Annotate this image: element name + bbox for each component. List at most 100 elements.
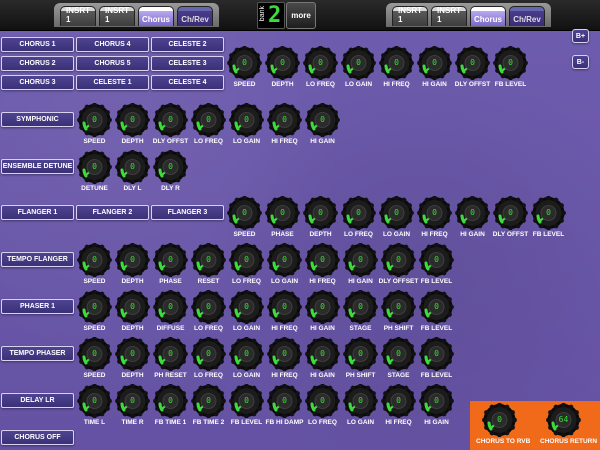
param-knob[interactable]: 0 STAGE [381, 337, 416, 381]
chorus-preset-button[interactable]: CELESTE 1 [76, 75, 149, 90]
chorus-preset-button[interactable]: CHORUS 4 [76, 37, 149, 52]
chorus-off-button[interactable]: CHORUS OFF [1, 430, 74, 445]
param-knob[interactable]: 0 SPEED [227, 46, 262, 90]
param-knob[interactable]: 0 HI GAIN [419, 384, 454, 428]
param-knob[interactable]: 0 DLY OFFSET [379, 243, 418, 287]
param-knob[interactable]: 0 LO FREQ [341, 196, 376, 240]
param-knob[interactable]: 0 DLY OFFST [455, 46, 490, 90]
ensemble-button[interactable]: ENSEMBLE DETUNE [1, 159, 74, 174]
chorus-preset-button[interactable]: CELESTE 4 [151, 75, 224, 90]
param-knob[interactable]: 0 LO FREQ [191, 290, 226, 334]
param-knob[interactable]: 0 HI GAIN [305, 337, 340, 381]
param-knob[interactable]: 0 HI FREQ [267, 337, 302, 381]
param-knob[interactable]: 0 FB LEVEL [419, 243, 454, 287]
param-knob[interactable]: 0 HI FREQ [381, 384, 416, 428]
right-tab-0[interactable]: INSRT 1 [392, 6, 428, 26]
param-knob[interactable]: 0 SPEED [77, 290, 112, 334]
param-knob[interactable]: 0 SPEED [77, 243, 112, 287]
param-knob[interactable]: 0 FB TIME 1 [153, 384, 188, 428]
param-knob[interactable]: 0 DETUNE [77, 150, 112, 194]
param-knob[interactable]: 0 FB LEVEL [419, 290, 454, 334]
param-knob[interactable]: 0 DLY L [115, 150, 150, 194]
param-knob[interactable]: 0 DIFFUSE [153, 290, 188, 334]
left-tab-2[interactable]: Chorus [138, 6, 174, 26]
phaser-button[interactable]: PHASER 1 [1, 299, 74, 314]
param-knob[interactable]: 0 HI FREQ [379, 46, 414, 90]
bank-minus-button[interactable]: B- [572, 55, 589, 69]
left-tab-1[interactable]: INSRT 1 [99, 6, 135, 26]
param-knob[interactable]: 0 PH SHIFT [381, 290, 416, 334]
param-knob[interactable]: 0 FB HI DAMP [266, 384, 303, 428]
param-knob[interactable]: 0 HI GAIN [305, 290, 340, 334]
param-knob[interactable]: 0 HI FREQ [267, 290, 302, 334]
param-knob[interactable]: 0 FB LEVEL [419, 337, 454, 381]
param-knob[interactable]: 0 FB LEVEL [531, 196, 566, 240]
param-knob[interactable]: 0 LO FREQ [191, 103, 226, 147]
param-knob[interactable]: 0 RESET [191, 243, 226, 287]
bank-display[interactable]: bank 2 [257, 2, 285, 29]
symphonic-button[interactable]: SYMPHONIC [1, 112, 74, 127]
right-tab-1[interactable]: INSRT 1 [431, 6, 467, 26]
flanger-preset-button[interactable]: FLANGER 3 [151, 205, 224, 220]
param-knob[interactable]: 0 LO FREQ [191, 337, 226, 381]
param-knob[interactable]: 0 DEPTH [265, 46, 300, 90]
param-knob[interactable]: 0 DEPTH [115, 243, 150, 287]
param-knob[interactable]: 0 LO FREQ [305, 384, 340, 428]
param-knob[interactable]: 0 HI FREQ [305, 243, 340, 287]
right-tab-2[interactable]: Chorus [470, 6, 506, 26]
delay-lr-button[interactable]: DELAY LR [1, 393, 74, 408]
param-knob[interactable]: 0 SPEED [227, 196, 262, 240]
param-knob[interactable]: 0 PHASE [153, 243, 188, 287]
param-knob[interactable]: 0 LO GAIN [267, 243, 302, 287]
param-knob[interactable]: 0 TIME L [77, 384, 112, 428]
param-knob[interactable]: 0 LO GAIN [229, 103, 264, 147]
param-knob[interactable]: 0 DLY R [153, 150, 188, 194]
param-knob[interactable]: 0 LO FREQ [303, 46, 338, 90]
bank-plus-button[interactable]: B+ [572, 29, 589, 43]
left-tab-0[interactable]: INSRT 1 [60, 6, 96, 26]
chorus-preset-button[interactable]: CHORUS 5 [76, 56, 149, 71]
chorus-preset-button[interactable]: CHORUS 1 [1, 37, 74, 52]
param-knob[interactable]: 0 STAGE [343, 290, 378, 334]
param-knob[interactable]: 0 DEPTH [115, 103, 150, 147]
param-knob[interactable]: 0 FB LEVEL [229, 384, 264, 428]
chorus-to-rvb-knob[interactable]: 0 CHORUS TO RVB [476, 403, 530, 447]
param-knob[interactable]: 0 LO GAIN [229, 290, 264, 334]
more-button[interactable]: more [286, 2, 316, 29]
flanger-preset-button[interactable]: FLANGER 2 [76, 205, 149, 220]
param-knob[interactable]: 0 DLY OFFST [153, 103, 188, 147]
param-knob[interactable]: 0 FB TIME 2 [191, 384, 226, 428]
param-knob[interactable]: 0 DLY OFFST [493, 196, 528, 240]
tempo-phaser-button[interactable]: TEMPO PHASER [1, 346, 74, 361]
param-knob[interactable]: 0 HI GAIN [455, 196, 490, 240]
param-knob[interactable]: 0 DEPTH [303, 196, 338, 240]
param-knob[interactable]: 0 SPEED [77, 337, 112, 381]
chorus-preset-button[interactable]: CELESTE 2 [151, 37, 224, 52]
param-knob[interactable]: 0 TIME R [115, 384, 150, 428]
param-knob[interactable]: 0 PH RESET [153, 337, 188, 381]
param-knob[interactable]: 0 LO GAIN [379, 196, 414, 240]
flanger-preset-button[interactable]: FLANGER 1 [1, 205, 74, 220]
tempo-flanger-button[interactable]: TEMPO FLANGER [1, 252, 74, 267]
param-knob[interactable]: 0 SPEED [77, 103, 112, 147]
param-knob[interactable]: 0 HI FREQ [417, 196, 452, 240]
param-knob[interactable]: 0 DEPTH [115, 337, 150, 381]
param-knob[interactable]: 0 LO FREQ [229, 243, 264, 287]
param-knob[interactable]: 0 HI GAIN [305, 103, 340, 147]
param-knob[interactable]: 0 PHASE [265, 196, 300, 240]
chorus-return-knob[interactable]: 64 CHORUS RETURN [540, 403, 597, 447]
param-knob[interactable]: 0 HI GAIN [343, 243, 378, 287]
param-knob[interactable]: 0 LO GAIN [341, 46, 376, 90]
param-knob[interactable]: 0 LO GAIN [343, 384, 378, 428]
param-knob[interactable]: 0 LO GAIN [229, 337, 264, 381]
param-knob[interactable]: 0 PH SHIFT [343, 337, 378, 381]
left-tab-3[interactable]: Ch/Rev [177, 6, 213, 26]
param-knob[interactable]: 0 FB LEVEL [493, 46, 528, 90]
param-knob[interactable]: 0 HI FREQ [267, 103, 302, 147]
chorus-preset-button[interactable]: CELESTE 3 [151, 56, 224, 71]
chorus-preset-button[interactable]: CHORUS 3 [1, 75, 74, 90]
param-knob[interactable]: 0 DEPTH [115, 290, 150, 334]
right-tab-3[interactable]: Ch/Rev [509, 6, 545, 26]
param-knob[interactable]: 0 HI GAIN [417, 46, 452, 90]
chorus-preset-button[interactable]: CHORUS 2 [1, 56, 74, 71]
